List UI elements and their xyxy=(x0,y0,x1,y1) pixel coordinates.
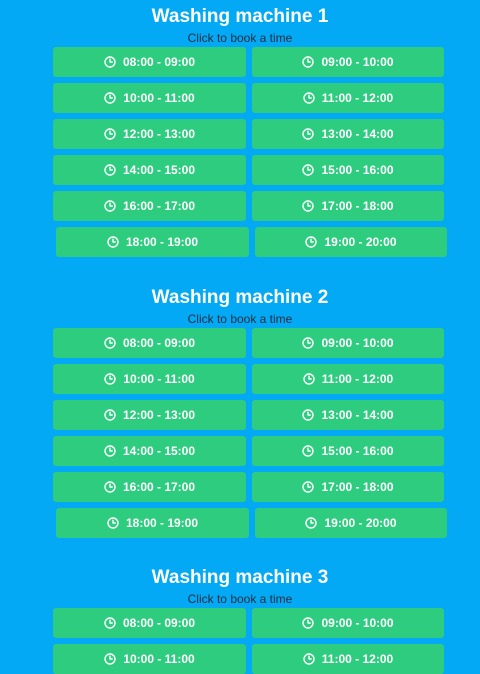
time-slot-button[interactable]: 18:00 - 19:00 xyxy=(56,508,249,538)
time-slot-button[interactable]: 15:00 - 16:00 xyxy=(252,436,444,466)
clock-icon xyxy=(302,409,315,421)
time-slot-button[interactable]: 17:00 - 18:00 xyxy=(252,191,444,221)
time-slot-button[interactable]: 12:00 - 13:00 xyxy=(53,119,246,149)
machine-subtitle: Click to book a time xyxy=(187,31,293,45)
time-slot-button[interactable]: 11:00 - 12:00 xyxy=(252,364,444,394)
time-slot-button[interactable]: 19:00 - 20:00 xyxy=(255,508,447,538)
clock-icon xyxy=(104,92,116,104)
time-slot-label: 16:00 - 17:00 xyxy=(122,480,196,494)
time-slot-button[interactable]: 09:00 - 10:00 xyxy=(252,47,444,77)
clock-icon xyxy=(303,653,315,665)
time-slot-button[interactable]: 15:00 - 16:00 xyxy=(252,155,444,185)
time-slot-button[interactable]: 14:00 - 15:00 xyxy=(53,436,246,466)
time-slot-label: 08:00 - 09:00 xyxy=(122,55,196,69)
time-slot-label: 18:00 - 19:00 xyxy=(125,235,199,249)
clock-icon xyxy=(302,56,315,68)
time-slot-label: 16:00 - 17:00 xyxy=(122,199,196,213)
time-slot-label: 15:00 - 16:00 xyxy=(321,163,394,177)
clock-icon xyxy=(302,200,315,212)
time-slot-button[interactable]: 18:00 - 19:00 xyxy=(56,227,249,257)
machine-title: Washing machine 1 xyxy=(151,6,329,27)
time-slot-label: 15:00 - 16:00 xyxy=(321,444,394,458)
clock-icon xyxy=(303,373,315,385)
time-slot-label: 12:00 - 13:00 xyxy=(122,127,196,141)
clock-icon xyxy=(104,200,116,212)
time-slot-label: 18:00 - 19:00 xyxy=(125,516,199,530)
time-slot-label: 17:00 - 18:00 xyxy=(321,480,394,494)
time-slot-button[interactable]: 14:00 - 15:00 xyxy=(53,155,246,185)
time-slot-label: 12:00 - 13:00 xyxy=(122,408,196,422)
machine-title: Washing machine 2 xyxy=(151,287,329,308)
clock-icon xyxy=(305,236,318,248)
time-slot-label: 19:00 - 20:00 xyxy=(324,235,397,249)
clock-icon xyxy=(104,164,116,176)
clock-icon xyxy=(104,409,116,421)
clock-icon xyxy=(104,481,116,493)
time-slot-label: 09:00 - 10:00 xyxy=(321,55,394,69)
time-slot-button[interactable]: 13:00 - 14:00 xyxy=(252,119,444,149)
clock-icon xyxy=(302,445,315,457)
clock-icon xyxy=(305,517,318,529)
time-slot-label: 19:00 - 20:00 xyxy=(324,516,397,530)
clock-icon xyxy=(104,128,116,140)
clock-icon xyxy=(107,517,119,529)
time-slot-label: 08:00 - 09:00 xyxy=(122,336,196,350)
time-slot-label: 10:00 - 11:00 xyxy=(123,91,195,105)
time-slot-button[interactable]: 17:00 - 18:00 xyxy=(252,472,444,502)
machine-subtitle: Click to book a time xyxy=(187,312,293,326)
time-slot-button[interactable]: 11:00 - 12:00 xyxy=(252,83,444,113)
time-slot-button[interactable]: 10:00 - 11:00 xyxy=(53,364,246,394)
time-slot-label: 14:00 - 15:00 xyxy=(122,163,196,177)
time-slot-label: 11:00 - 12:00 xyxy=(321,91,394,105)
clock-icon xyxy=(104,56,116,68)
time-slot-label: 11:00 - 12:00 xyxy=(321,652,394,666)
time-slot-label: 14:00 - 15:00 xyxy=(122,444,196,458)
clock-icon xyxy=(104,653,116,665)
clock-icon xyxy=(104,337,116,349)
time-slot-label: 13:00 - 14:00 xyxy=(321,408,394,422)
time-slot-button[interactable]: 13:00 - 14:00 xyxy=(252,400,444,430)
clock-icon xyxy=(104,445,116,457)
clock-icon xyxy=(302,164,315,176)
time-slot-button[interactable]: 09:00 - 10:00 xyxy=(252,328,444,358)
machine-title: Washing machine 3 xyxy=(151,567,329,588)
time-slot-button[interactable]: 19:00 - 20:00 xyxy=(255,227,447,257)
time-slot-button[interactable]: 16:00 - 17:00 xyxy=(53,472,246,502)
time-slot-button[interactable]: 08:00 - 09:00 xyxy=(53,608,246,638)
time-slot-label: 17:00 - 18:00 xyxy=(321,199,394,213)
time-slot-label: 09:00 - 10:00 xyxy=(321,336,394,350)
time-slot-button[interactable]: 09:00 - 10:00 xyxy=(252,608,444,638)
clock-icon xyxy=(302,481,315,493)
time-slot-label: 13:00 - 14:00 xyxy=(321,127,394,141)
clock-icon xyxy=(107,236,119,248)
time-slot-button[interactable]: 08:00 - 09:00 xyxy=(53,328,246,358)
time-slot-button[interactable]: 10:00 - 11:00 xyxy=(53,644,246,674)
time-slot-label: 09:00 - 10:00 xyxy=(321,616,394,630)
time-slot-label: 11:00 - 12:00 xyxy=(321,372,394,386)
time-slot-button[interactable]: 08:00 - 09:00 xyxy=(53,47,246,77)
time-slot-button[interactable]: 16:00 - 17:00 xyxy=(53,191,246,221)
time-slot-label: 10:00 - 11:00 xyxy=(123,652,195,666)
time-slot-button[interactable]: 10:00 - 11:00 xyxy=(53,83,246,113)
clock-icon xyxy=(302,617,315,629)
clock-icon xyxy=(104,373,116,385)
time-slot-button[interactable]: 12:00 - 13:00 xyxy=(53,400,246,430)
clock-icon xyxy=(104,617,116,629)
machine-subtitle: Click to book a time xyxy=(187,592,293,606)
clock-icon xyxy=(303,92,315,104)
time-slot-label: 08:00 - 09:00 xyxy=(122,616,196,630)
clock-icon xyxy=(302,337,315,349)
clock-icon xyxy=(302,128,315,140)
time-slot-label: 10:00 - 11:00 xyxy=(123,372,195,386)
time-slot-button[interactable]: 11:00 - 12:00 xyxy=(252,644,444,674)
